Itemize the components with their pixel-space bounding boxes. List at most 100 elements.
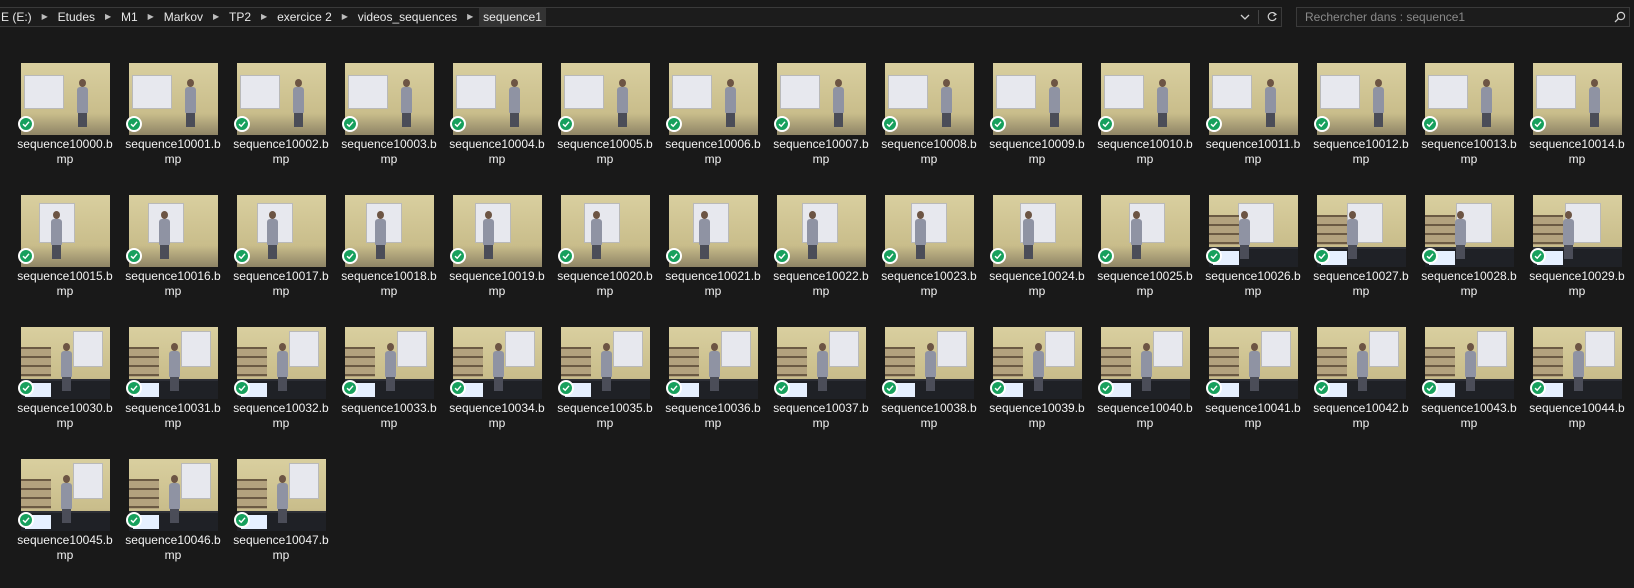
search-icon[interactable] (1611, 8, 1629, 26)
sync-check-icon (666, 248, 682, 264)
chevron-right-icon[interactable]: ▶ (38, 8, 52, 26)
file-item[interactable]: sequence10028.bmp (1420, 192, 1528, 324)
file-name: sequence10013.bmp (1421, 137, 1517, 166)
file-item[interactable]: sequence10032.bmp (232, 324, 340, 456)
file-item[interactable]: sequence10043.bmp (1420, 324, 1528, 456)
file-item[interactable]: sequence10008.bmp (880, 60, 988, 192)
file-item[interactable]: sequence10035.bmp (556, 324, 664, 456)
file-item[interactable]: sequence10040.bmp (1096, 324, 1204, 456)
chevron-right-icon[interactable]: ▶ (338, 8, 352, 26)
chevron-down-icon[interactable] (1238, 9, 1252, 25)
search-input[interactable] (1297, 7, 1611, 27)
file-item[interactable]: sequence10030.bmp (16, 324, 124, 456)
refresh-icon[interactable] (1265, 9, 1279, 25)
file-name: sequence10031.bmp (125, 401, 221, 430)
file-item[interactable]: sequence10025.bmp (1096, 192, 1204, 324)
address-bar[interactable]: E (E:) ▶ Etudes ▶ M1 ▶ Markov ▶ TP2 ▶ ex… (0, 7, 1282, 27)
thumbnail-image (237, 195, 326, 267)
thumbnail-image (21, 459, 110, 531)
file-item[interactable]: sequence10046.bmp (124, 456, 232, 588)
chevron-right-icon[interactable]: ▶ (257, 8, 271, 26)
file-item[interactable]: sequence10017.bmp (232, 192, 340, 324)
file-name: sequence10005.bmp (557, 137, 653, 166)
file-item[interactable]: sequence10001.bmp (124, 60, 232, 192)
breadcrumb-tp2[interactable]: TP2 (223, 8, 257, 26)
file-item[interactable]: sequence10041.bmp (1204, 324, 1312, 456)
file-item[interactable]: sequence10031.bmp (124, 324, 232, 456)
search-box[interactable] (1296, 7, 1630, 27)
file-item[interactable]: sequence10037.bmp (772, 324, 880, 456)
thumbnail-image (129, 195, 218, 267)
file-name: sequence10042.bmp (1313, 401, 1409, 430)
file-item[interactable]: sequence10015.bmp (16, 192, 124, 324)
breadcrumb-videos-sequences[interactable]: videos_sequences (352, 8, 463, 26)
file-item[interactable]: sequence10020.bmp (556, 192, 664, 324)
breadcrumb-markov[interactable]: Markov (158, 8, 209, 26)
chevron-right-icon[interactable]: ▶ (101, 8, 115, 26)
sync-check-icon (1206, 380, 1222, 396)
file-item[interactable]: sequence10047.bmp (232, 456, 340, 588)
file-item[interactable]: sequence10023.bmp (880, 192, 988, 324)
sync-check-icon (990, 380, 1006, 396)
file-item[interactable]: sequence10013.bmp (1420, 60, 1528, 192)
sync-check-icon (18, 380, 34, 396)
file-item[interactable]: sequence10006.bmp (664, 60, 772, 192)
thumbnail-image (993, 327, 1082, 399)
file-item[interactable]: sequence10045.bmp (16, 456, 124, 588)
file-item[interactable]: sequence10022.bmp (772, 192, 880, 324)
file-item[interactable]: sequence10016.bmp (124, 192, 232, 324)
file-item[interactable]: sequence10026.bmp (1204, 192, 1312, 324)
file-name: sequence10010.bmp (1097, 137, 1193, 166)
file-item[interactable]: sequence10027.bmp (1312, 192, 1420, 324)
file-item[interactable]: sequence10019.bmp (448, 192, 556, 324)
file-item[interactable]: sequence10000.bmp (16, 60, 124, 192)
thumbnail-image (345, 327, 434, 399)
thumbnail-image (993, 63, 1082, 135)
thumbnail-image (345, 195, 434, 267)
file-item[interactable]: sequence10042.bmp (1312, 324, 1420, 456)
breadcrumb-m1[interactable]: M1 (115, 8, 144, 26)
file-item[interactable]: sequence10010.bmp (1096, 60, 1204, 192)
file-item[interactable]: sequence10005.bmp (556, 60, 664, 192)
file-item[interactable]: sequence10014.bmp (1528, 60, 1634, 192)
file-item[interactable]: sequence10034.bmp (448, 324, 556, 456)
file-item[interactable]: sequence10011.bmp (1204, 60, 1312, 192)
file-name: sequence10046.bmp (125, 533, 221, 562)
chevron-right-icon[interactable]: ▶ (209, 8, 223, 26)
thumbnail-image (237, 327, 326, 399)
file-item[interactable]: sequence10036.bmp (664, 324, 772, 456)
thumbnail-image (669, 327, 758, 399)
file-item[interactable]: sequence10039.bmp (988, 324, 1096, 456)
file-item[interactable]: sequence10018.bmp (340, 192, 448, 324)
file-item[interactable]: sequence10003.bmp (340, 60, 448, 192)
thumbnail-image (1101, 327, 1190, 399)
file-item[interactable]: sequence10012.bmp (1312, 60, 1420, 192)
file-name: sequence10036.bmp (665, 401, 761, 430)
file-item[interactable]: sequence10009.bmp (988, 60, 1096, 192)
file-name: sequence10029.bmp (1529, 269, 1625, 298)
file-name: sequence10014.bmp (1529, 137, 1625, 166)
file-item[interactable]: sequence10024.bmp (988, 192, 1096, 324)
file-name: sequence10028.bmp (1421, 269, 1517, 298)
file-item[interactable]: sequence10002.bmp (232, 60, 340, 192)
file-item[interactable]: sequence10029.bmp (1528, 192, 1634, 324)
divider (1258, 10, 1259, 24)
breadcrumb-exercice-2[interactable]: exercice 2 (271, 8, 338, 26)
sync-check-icon (126, 248, 142, 264)
sync-check-icon (1206, 116, 1222, 132)
breadcrumb-sequence1[interactable]: sequence1 (479, 8, 546, 26)
file-item[interactable]: sequence10044.bmp (1528, 324, 1634, 456)
file-name: sequence10043.bmp (1421, 401, 1517, 430)
chevron-right-icon[interactable]: ▶ (463, 8, 477, 26)
breadcrumb-etudes[interactable]: Etudes (52, 8, 101, 26)
file-item[interactable]: sequence10021.bmp (664, 192, 772, 324)
file-item[interactable]: sequence10007.bmp (772, 60, 880, 192)
file-item[interactable]: sequence10038.bmp (880, 324, 988, 456)
file-item[interactable]: sequence10033.bmp (340, 324, 448, 456)
chevron-right-icon[interactable]: ▶ (144, 8, 158, 26)
file-item[interactable]: sequence10004.bmp (448, 60, 556, 192)
thumbnail-image (561, 195, 650, 267)
breadcrumb-drive[interactable]: E (E:) (0, 8, 38, 26)
thumbnail-image (993, 195, 1082, 267)
sync-check-icon (1422, 116, 1438, 132)
